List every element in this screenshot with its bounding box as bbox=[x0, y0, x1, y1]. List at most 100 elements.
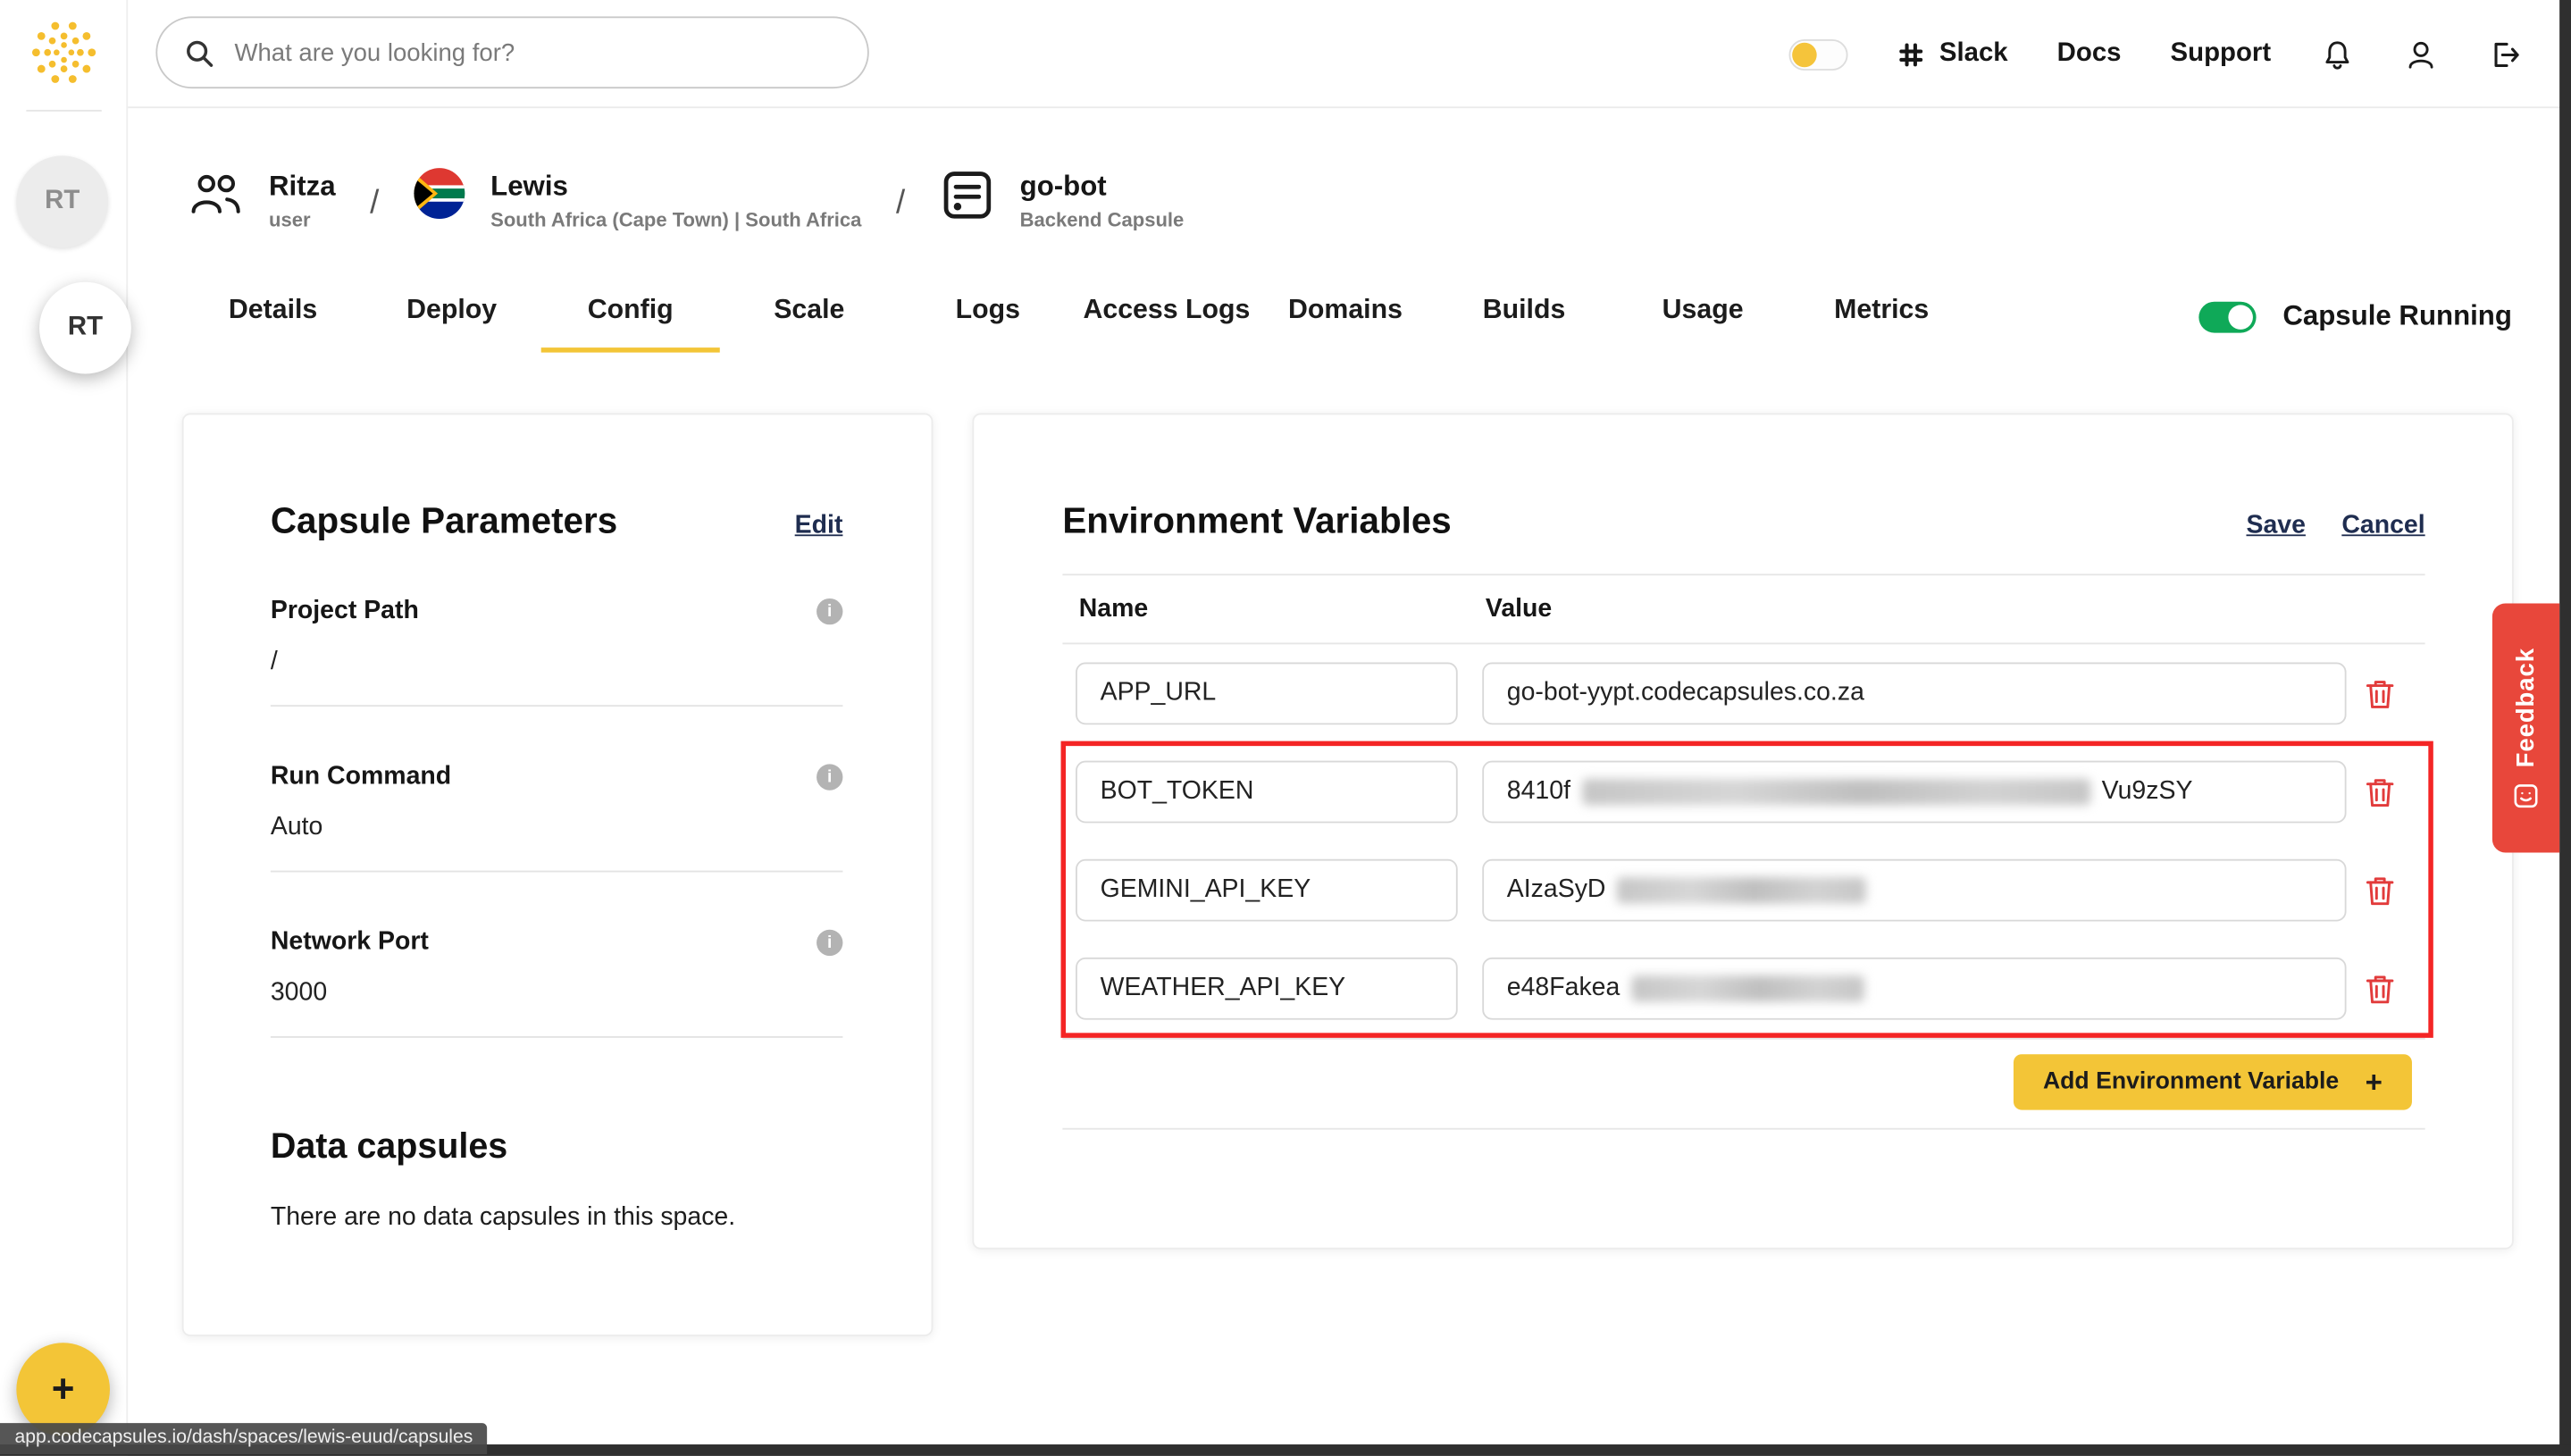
env-value-input[interactable]: 8410f Vu9zSY bbox=[1482, 761, 2346, 824]
codecapsules-logo-icon[interactable] bbox=[25, 13, 104, 92]
info-icon[interactable]: i bbox=[817, 598, 842, 624]
add-environment-variable-label: Add Environment Variable bbox=[2043, 1069, 2339, 1095]
env-var-row: GEMINI_API_KEY AIzaSyD bbox=[1062, 841, 2424, 940]
param-project-path: Project Path i / bbox=[271, 598, 843, 707]
add-environment-variable-button[interactable]: Add Environment Variable + bbox=[2014, 1055, 2412, 1110]
theme-toggle[interactable] bbox=[1788, 38, 1847, 70]
bell-icon bbox=[2320, 37, 2355, 71]
tab-details[interactable]: Details bbox=[184, 295, 363, 352]
edit-parameters-link[interactable]: Edit bbox=[795, 512, 843, 541]
param-network-port: Network Port i 3000 bbox=[271, 928, 843, 1038]
env-vars-table-footer: Add Environment Variable + bbox=[1062, 1038, 2424, 1130]
search-input[interactable] bbox=[231, 37, 842, 68]
nav-support-label: Support bbox=[2171, 39, 2272, 69]
tab-metrics[interactable]: Metrics bbox=[1792, 295, 1971, 352]
delete-env-var-button[interactable] bbox=[2366, 875, 2393, 907]
env-name-input[interactable]: APP_URL bbox=[1076, 663, 1458, 725]
env-vars-rows: APP_URL go-bot-yypt.codecapsules.co.za B… bbox=[1062, 645, 2424, 1039]
divider bbox=[271, 706, 843, 707]
env-name-input[interactable]: BOT_TOKEN bbox=[1076, 761, 1458, 824]
account-button[interactable] bbox=[2404, 37, 2439, 71]
delete-env-var-button[interactable] bbox=[2366, 777, 2393, 808]
nav-docs[interactable]: Docs bbox=[2057, 39, 2122, 69]
capsule-parameters-title: Capsule Parameters bbox=[271, 500, 617, 541]
add-space-button[interactable]: + bbox=[16, 1343, 110, 1436]
feedback-label: Feedback bbox=[2512, 648, 2540, 767]
redacted-value-blur bbox=[1617, 878, 1866, 904]
tab-config[interactable]: Config bbox=[541, 295, 720, 352]
capsule-running-toggle-knob bbox=[2229, 304, 2254, 329]
logout-icon bbox=[2487, 37, 2522, 71]
env-vars-table-header: Name Value bbox=[1062, 574, 2424, 645]
content-cards: Capsule Parameters Edit Project Path i /… bbox=[182, 414, 2514, 1336]
search-box[interactable] bbox=[155, 16, 868, 88]
environment-variables-title: Environment Variables bbox=[1062, 500, 1451, 541]
project-path-label: Project Path bbox=[271, 598, 419, 627]
user-avatar[interactable]: RT bbox=[16, 155, 108, 247]
plus-icon: + bbox=[52, 1367, 75, 1412]
capsule-running-control: Capsule Running bbox=[2199, 295, 2512, 332]
capsule-tabs: Details Deploy Config Scale Logs Access … bbox=[184, 295, 2512, 352]
info-icon[interactable]: i bbox=[817, 765, 842, 791]
delete-env-var-button[interactable] bbox=[2366, 974, 2393, 1005]
team-icon bbox=[185, 164, 244, 229]
screen-edge bbox=[2559, 0, 2571, 1456]
redacted-value-blur bbox=[1582, 779, 2090, 805]
column-name: Name bbox=[1079, 596, 1486, 625]
nav-docs-label: Docs bbox=[2057, 39, 2122, 69]
user-avatar-initials: RT bbox=[45, 187, 80, 216]
logout-button[interactable] bbox=[2487, 37, 2522, 71]
env-value-input[interactable]: e48Fakea bbox=[1482, 958, 2346, 1020]
slack-icon bbox=[1897, 40, 1924, 68]
env-value-input[interactable]: go-bot-yypt.codecapsules.co.za bbox=[1482, 663, 2346, 725]
run-command-value: Auto bbox=[271, 814, 843, 843]
tab-logs[interactable]: Logs bbox=[899, 295, 1077, 352]
tab-domains[interactable]: Domains bbox=[1256, 295, 1435, 352]
nav-support[interactable]: Support bbox=[2171, 39, 2272, 69]
info-icon[interactable]: i bbox=[817, 930, 842, 956]
capsule-running-toggle[interactable] bbox=[2199, 301, 2257, 332]
plus-icon: + bbox=[2366, 1067, 2383, 1097]
env-value-input[interactable]: AIzaSyD bbox=[1482, 859, 2346, 922]
project-path-value: / bbox=[271, 649, 843, 678]
feedback-tab[interactable]: Feedback bbox=[2492, 603, 2559, 852]
environment-variables-card: Environment Variables Save Cancel Name V… bbox=[972, 414, 2513, 1250]
sidebar-divider bbox=[26, 110, 101, 112]
cancel-env-vars-link[interactable]: Cancel bbox=[2341, 512, 2424, 541]
network-port-value: 3000 bbox=[271, 979, 843, 1008]
tab-builds[interactable]: Builds bbox=[1435, 295, 1613, 352]
capsule-running-label: Capsule Running bbox=[2282, 300, 2512, 333]
env-name-input[interactable]: WEATHER_API_KEY bbox=[1076, 958, 1458, 1020]
breadcrumb: Ritza user / bbox=[185, 164, 1184, 231]
tab-usage[interactable]: Usage bbox=[1613, 295, 1792, 352]
save-env-vars-link[interactable]: Save bbox=[2246, 512, 2305, 541]
breadcrumb-space-subtitle: South Africa (Cape Town) | South Africa bbox=[490, 210, 861, 230]
screen: RT RT + Slack Docs bbox=[0, 0, 2571, 1456]
breadcrumb-user[interactable]: Ritza user bbox=[185, 164, 335, 230]
app-window: RT RT + Slack Docs bbox=[0, 0, 2571, 1456]
column-value: Value bbox=[1486, 596, 2343, 625]
status-url-tooltip: app.codecapsules.io/dash/spaces/lewis-eu… bbox=[0, 1423, 488, 1454]
trash-icon bbox=[2366, 777, 2393, 808]
breadcrumb-user-name: Ritza bbox=[269, 172, 336, 200]
nav-slack[interactable]: Slack bbox=[1897, 39, 2007, 69]
data-capsules-empty-message: There are no data capsules in this space… bbox=[271, 1204, 843, 1234]
notifications-button[interactable] bbox=[2320, 37, 2355, 71]
tab-scale[interactable]: Scale bbox=[720, 295, 899, 352]
topbar: Slack Docs Support bbox=[128, 0, 2571, 108]
env-name-input[interactable]: GEMINI_API_KEY bbox=[1076, 859, 1458, 922]
space-avatar[interactable]: RT bbox=[39, 282, 131, 374]
trash-icon bbox=[2366, 875, 2393, 907]
top-nav: Slack Docs Support bbox=[1788, 0, 2522, 108]
tab-deploy[interactable]: Deploy bbox=[363, 295, 541, 352]
capsule-icon bbox=[940, 164, 995, 231]
divider bbox=[271, 871, 843, 873]
capsule-parameters-card: Capsule Parameters Edit Project Path i /… bbox=[182, 414, 934, 1336]
search-icon bbox=[184, 37, 215, 68]
breadcrumb-capsule-type: Backend Capsule bbox=[1020, 210, 1185, 230]
breadcrumb-space[interactable]: Lewis South Africa (Cape Town) | South A… bbox=[414, 164, 862, 230]
breadcrumb-capsule[interactable]: go-bot Backend Capsule bbox=[940, 164, 1185, 231]
tab-access-logs[interactable]: Access Logs bbox=[1077, 295, 1256, 352]
space-avatar-initials: RT bbox=[68, 314, 103, 343]
delete-env-var-button[interactable] bbox=[2366, 679, 2393, 710]
